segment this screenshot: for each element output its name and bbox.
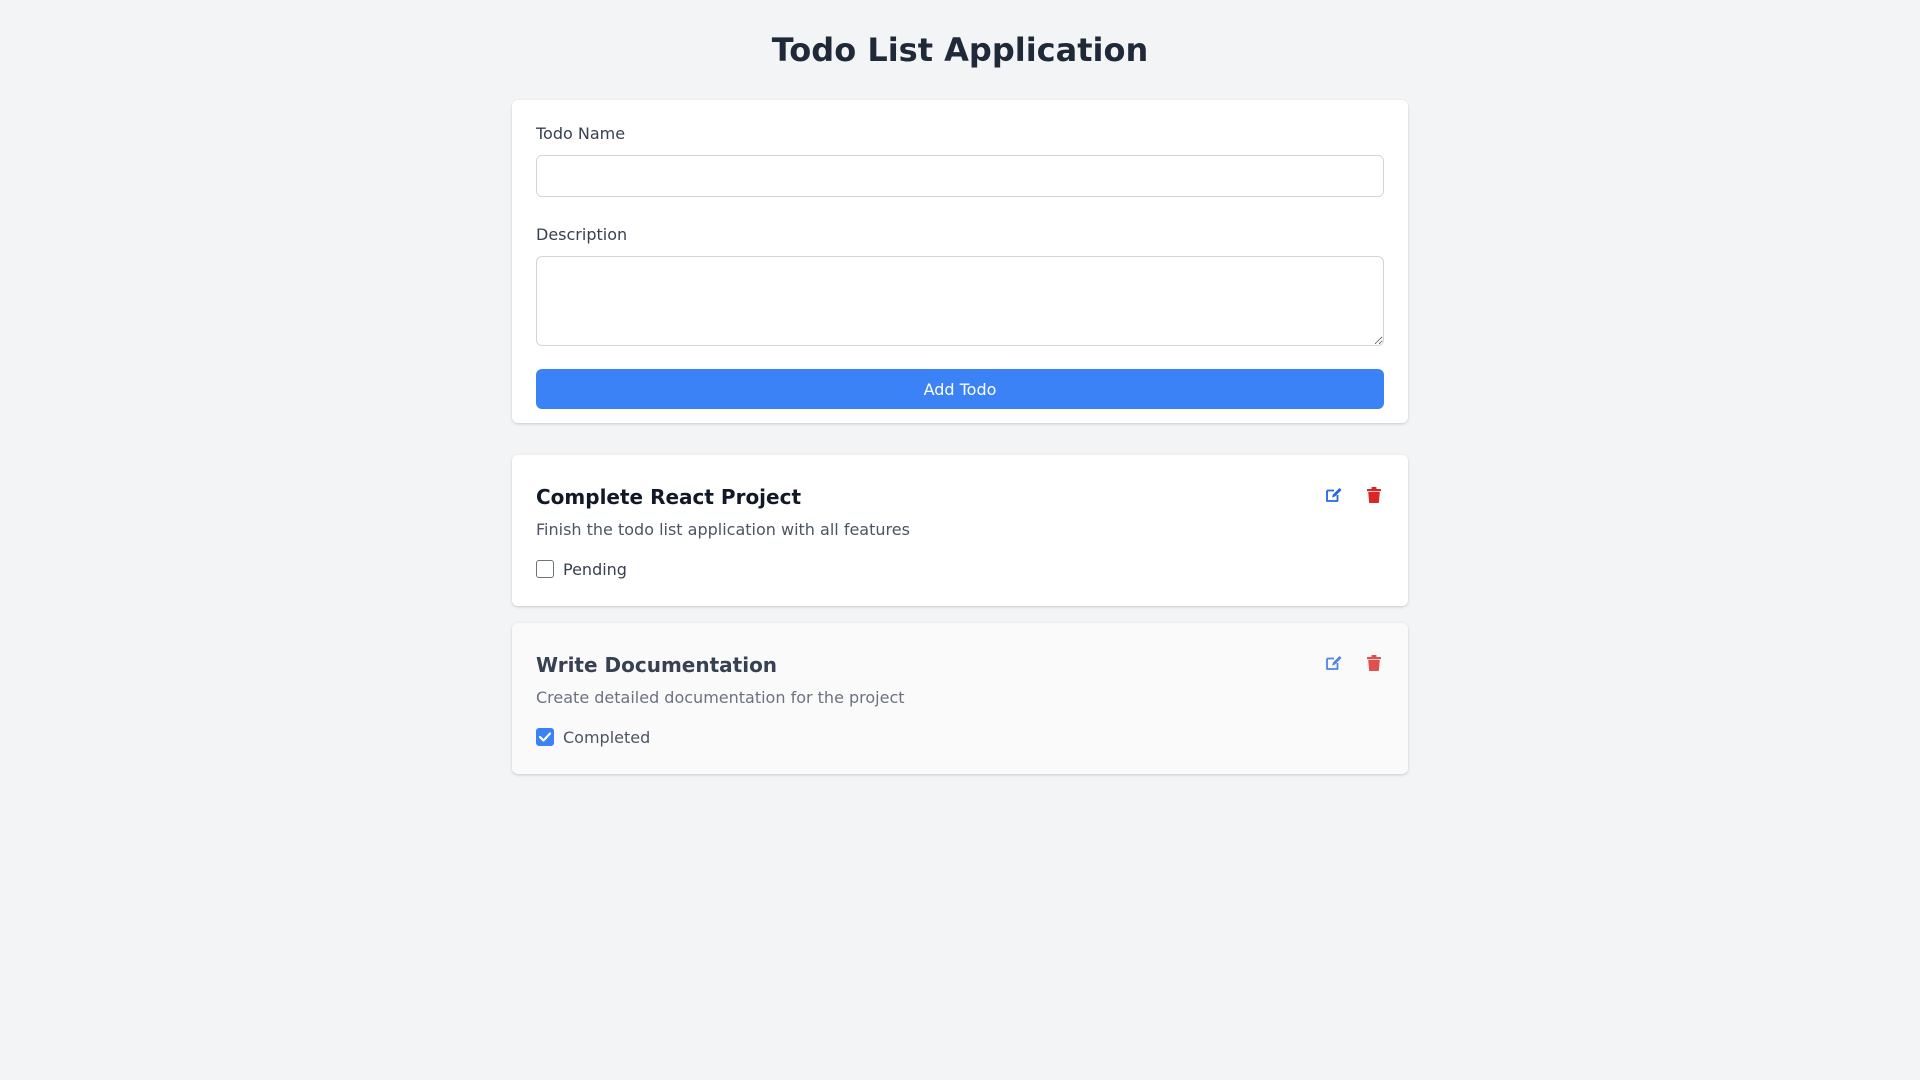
todo-name-label: Todo Name [536,124,626,143]
todo-status-label: Pending [563,559,627,579]
todo-item: Complete React Project Finish the todo l… [512,455,1408,606]
todo-status-label: Completed [563,727,651,747]
todo-title: Write Documentation [536,653,778,677]
todo-name-input[interactable] [536,155,1384,197]
todo-checkbox[interactable] [536,560,554,578]
todo-description: Finish the todo list application with al… [536,520,910,539]
edit-icon[interactable] [1324,653,1344,673]
todo-status: Completed [536,726,1384,748]
todo-title: Complete React Project [536,485,802,509]
checkmark-icon [539,732,551,742]
edit-icon[interactable] [1324,485,1344,505]
page-title: Todo List Application [771,31,1149,69]
todo-item: Write Documentation Create detailed docu… [512,623,1408,774]
trash-icon[interactable] [1364,485,1384,505]
todo-description: Create detailed documentation for the pr… [536,688,905,707]
todo-checkbox[interactable] [536,728,554,746]
description-label: Description [536,225,628,244]
todo-actions [1324,485,1384,505]
description-textarea[interactable] [536,256,1384,346]
add-todo-button[interactable]: Add Todo [536,369,1384,409]
add-todo-form: Todo Name Description Add Todo [512,100,1408,423]
todo-status: Pending [536,558,1384,580]
trash-icon[interactable] [1364,653,1384,673]
todo-actions [1324,653,1384,673]
